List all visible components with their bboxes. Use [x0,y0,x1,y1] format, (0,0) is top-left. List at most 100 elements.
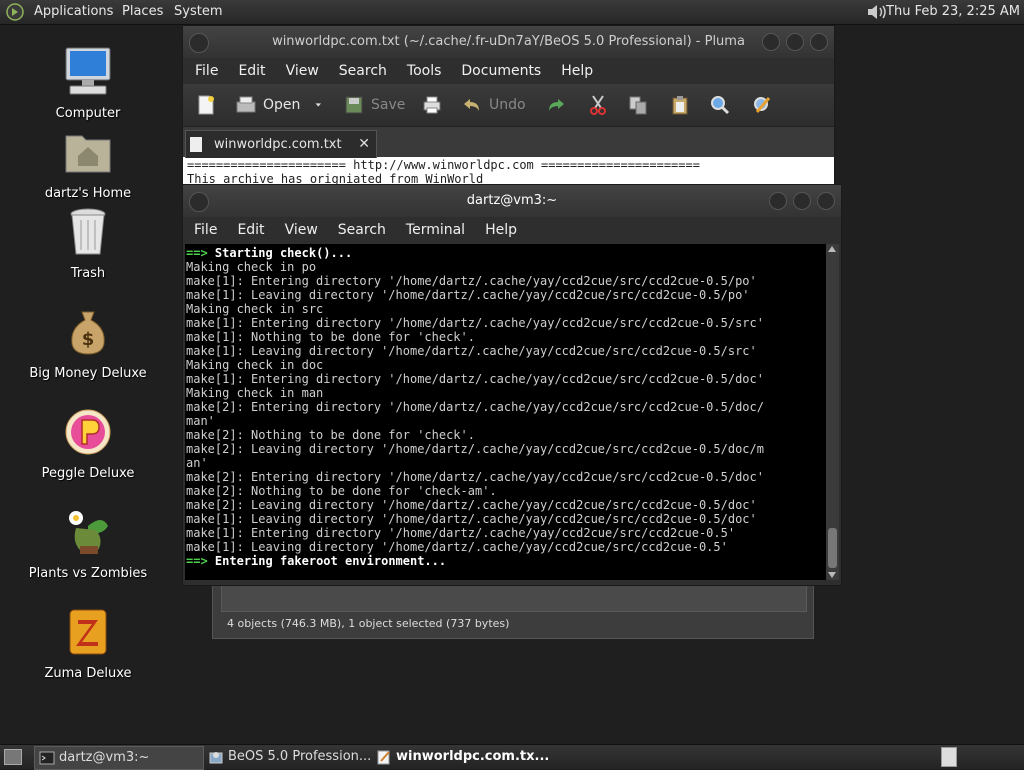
distro-logo-icon[interactable] [6,3,24,21]
desktop-icon-label: Computer [55,106,121,121]
terminal-menu-edit[interactable]: Edit [227,217,274,243]
task-label: winworldpc.com.tx... [396,749,550,764]
bottom-panel: dartz@vm3:~ BeOS 5.0 Profession... winwo… [0,744,1024,770]
cut-button[interactable] [587,93,609,117]
file-manager-status: 4 objects (746.3 MB), 1 object selected … [227,617,510,630]
new-document-icon [198,95,214,115]
scroll-thumb[interactable] [828,528,837,568]
terminal-titlebar[interactable]: dartz@vm3:~ [183,185,841,217]
scroll-up-arrow-icon[interactable] [828,246,836,252]
save-label: Save [371,97,406,113]
desktop-icon-zuma[interactable]: Zuma Deluxe [18,606,158,681]
prompt-arrow: ==> [186,246,208,260]
show-desktop-icon[interactable] [4,749,22,765]
terminal-title: dartz@vm3:~ [466,193,558,208]
pluma-title: winworldpc.com.txt (~/.cache/.fr-uDn7aY/… [272,34,745,49]
minimize-button[interactable] [762,33,780,51]
scroll-down-arrow-icon[interactable] [828,572,836,578]
svg-text:$: $ [82,329,95,350]
pluma-menu-file[interactable]: File [185,58,228,84]
pluma-menu-help[interactable]: Help [551,58,603,84]
save-button[interactable]: Save [343,93,405,117]
close-button[interactable] [817,192,835,210]
zuma-icon [69,609,107,655]
desktop-icon-label: Trash [70,266,106,281]
task-button-pluma[interactable]: winworldpc.com.tx... [372,746,566,768]
terminal-menu-search[interactable]: Search [328,217,396,243]
desktop-icon-label: dartz's Home [44,186,132,201]
paste-button[interactable] [669,93,691,117]
pluma-tab[interactable]: winworldpc.com.txt ✕ [185,130,377,158]
print-button[interactable] [421,93,443,117]
terminal-output[interactable]: ==> Starting check()... Making check in … [185,244,826,580]
copy-button[interactable] [627,93,649,117]
window-menu-icon[interactable] [189,33,209,53]
desktop-icon-home[interactable]: dartz's Home [18,126,158,201]
find-replace-icon [754,97,771,113]
terminal-menu-terminal[interactable]: Terminal [396,217,475,243]
find-button[interactable] [709,93,731,117]
terminal-line: make[2]: Entering directory '/home/dartz… [186,470,764,484]
menu-system[interactable]: System [174,0,222,24]
text-editor-icon [377,750,390,765]
task-button-terminal[interactable]: dartz@vm3:~ [34,746,204,770]
undo-label: Undo [489,97,526,113]
plants-zombies-icon [69,511,108,554]
undo-button[interactable]: Undo [461,93,526,117]
terminal-line: make[1]: Leaving directory '/home/dartz/… [186,512,757,526]
trash-applet-icon[interactable] [941,747,957,767]
money-bag-icon: $ [71,311,105,355]
pluma-titlebar[interactable]: winworldpc.com.txt (~/.cache/.fr-uDn7aY/… [183,26,834,58]
terminal-line: man' [186,414,215,428]
replace-button[interactable] [751,93,773,117]
open-icon [236,96,256,113]
pluma-menu-view[interactable]: View [276,58,329,84]
pluma-menu-tools[interactable]: Tools [397,58,452,84]
open-label: Open [263,97,301,113]
pluma-toolbar: Open Save Undo [183,84,834,126]
home-folder-icon [65,135,111,173]
desktop-icon-big-money[interactable]: $ Big Money Deluxe [18,306,158,381]
new-button[interactable] [195,93,217,117]
terminal-scrollbar[interactable] [826,244,839,580]
terminal-line: make[1]: Leaving directory '/home/dartz/… [186,540,728,554]
terminal-line: ==> Entering fakeroot environment... [186,554,826,568]
terminal-menu-view[interactable]: View [275,217,328,243]
pluma-tab-label: winworldpc.com.txt [214,137,342,152]
terminal-line: Making check in doc [186,358,324,372]
terminal-line: make[2]: Nothing to be done for 'check'. [186,428,475,442]
pluma-menubar: File Edit View Search Tools Documents Help [183,58,834,84]
menu-applications[interactable]: Applications [34,0,113,24]
terminal-line: Making check in man [186,386,324,400]
redo-button[interactable] [545,93,567,117]
window-menu-icon[interactable] [189,192,209,212]
pluma-menu-documents[interactable]: Documents [451,58,551,84]
terminal-line: make[1]: Leaving directory '/home/dartz/… [186,344,757,358]
text-document-icon [190,137,202,152]
terminal-icon [39,751,55,765]
open-dropdown-button[interactable] [315,93,327,117]
desktop-icon-label: Peggle Deluxe [41,466,135,481]
maximize-button[interactable] [786,33,804,51]
pluma-menu-edit[interactable]: Edit [228,58,275,84]
terminal-line: make[1]: Entering directory '/home/dartz… [186,526,736,540]
open-button[interactable]: Open [235,93,300,117]
maximize-button[interactable] [793,192,811,210]
terminal-menu-file[interactable]: File [184,217,227,243]
tab-close-icon[interactable]: ✕ [358,131,370,158]
minimize-button[interactable] [769,192,787,210]
desktop-icon-peggle[interactable]: Peggle Deluxe [18,406,158,481]
chevron-down-icon [315,103,321,107]
desktop-icon-pvz[interactable]: Plants vs Zombies [18,506,158,581]
clock[interactable]: Thu Feb 23, 2:25 AM [886,0,1020,24]
menu-places[interactable]: Places [122,0,163,24]
terminal-line: make[1]: Entering directory '/home/dartz… [186,316,764,330]
task-button-file-manager[interactable]: BeOS 5.0 Profession... [204,746,392,768]
desktop-icon-computer[interactable]: Computer [18,46,158,121]
pluma-menu-search[interactable]: Search [329,58,397,84]
desktop-icon-trash[interactable]: Trash [18,206,158,281]
terminal-menu-help[interactable]: Help [475,217,527,243]
close-button[interactable] [810,33,828,51]
terminal-line: make[2]: Leaving directory '/home/dartz/… [186,442,764,456]
desktop-icon-label: Plants vs Zombies [28,566,148,581]
